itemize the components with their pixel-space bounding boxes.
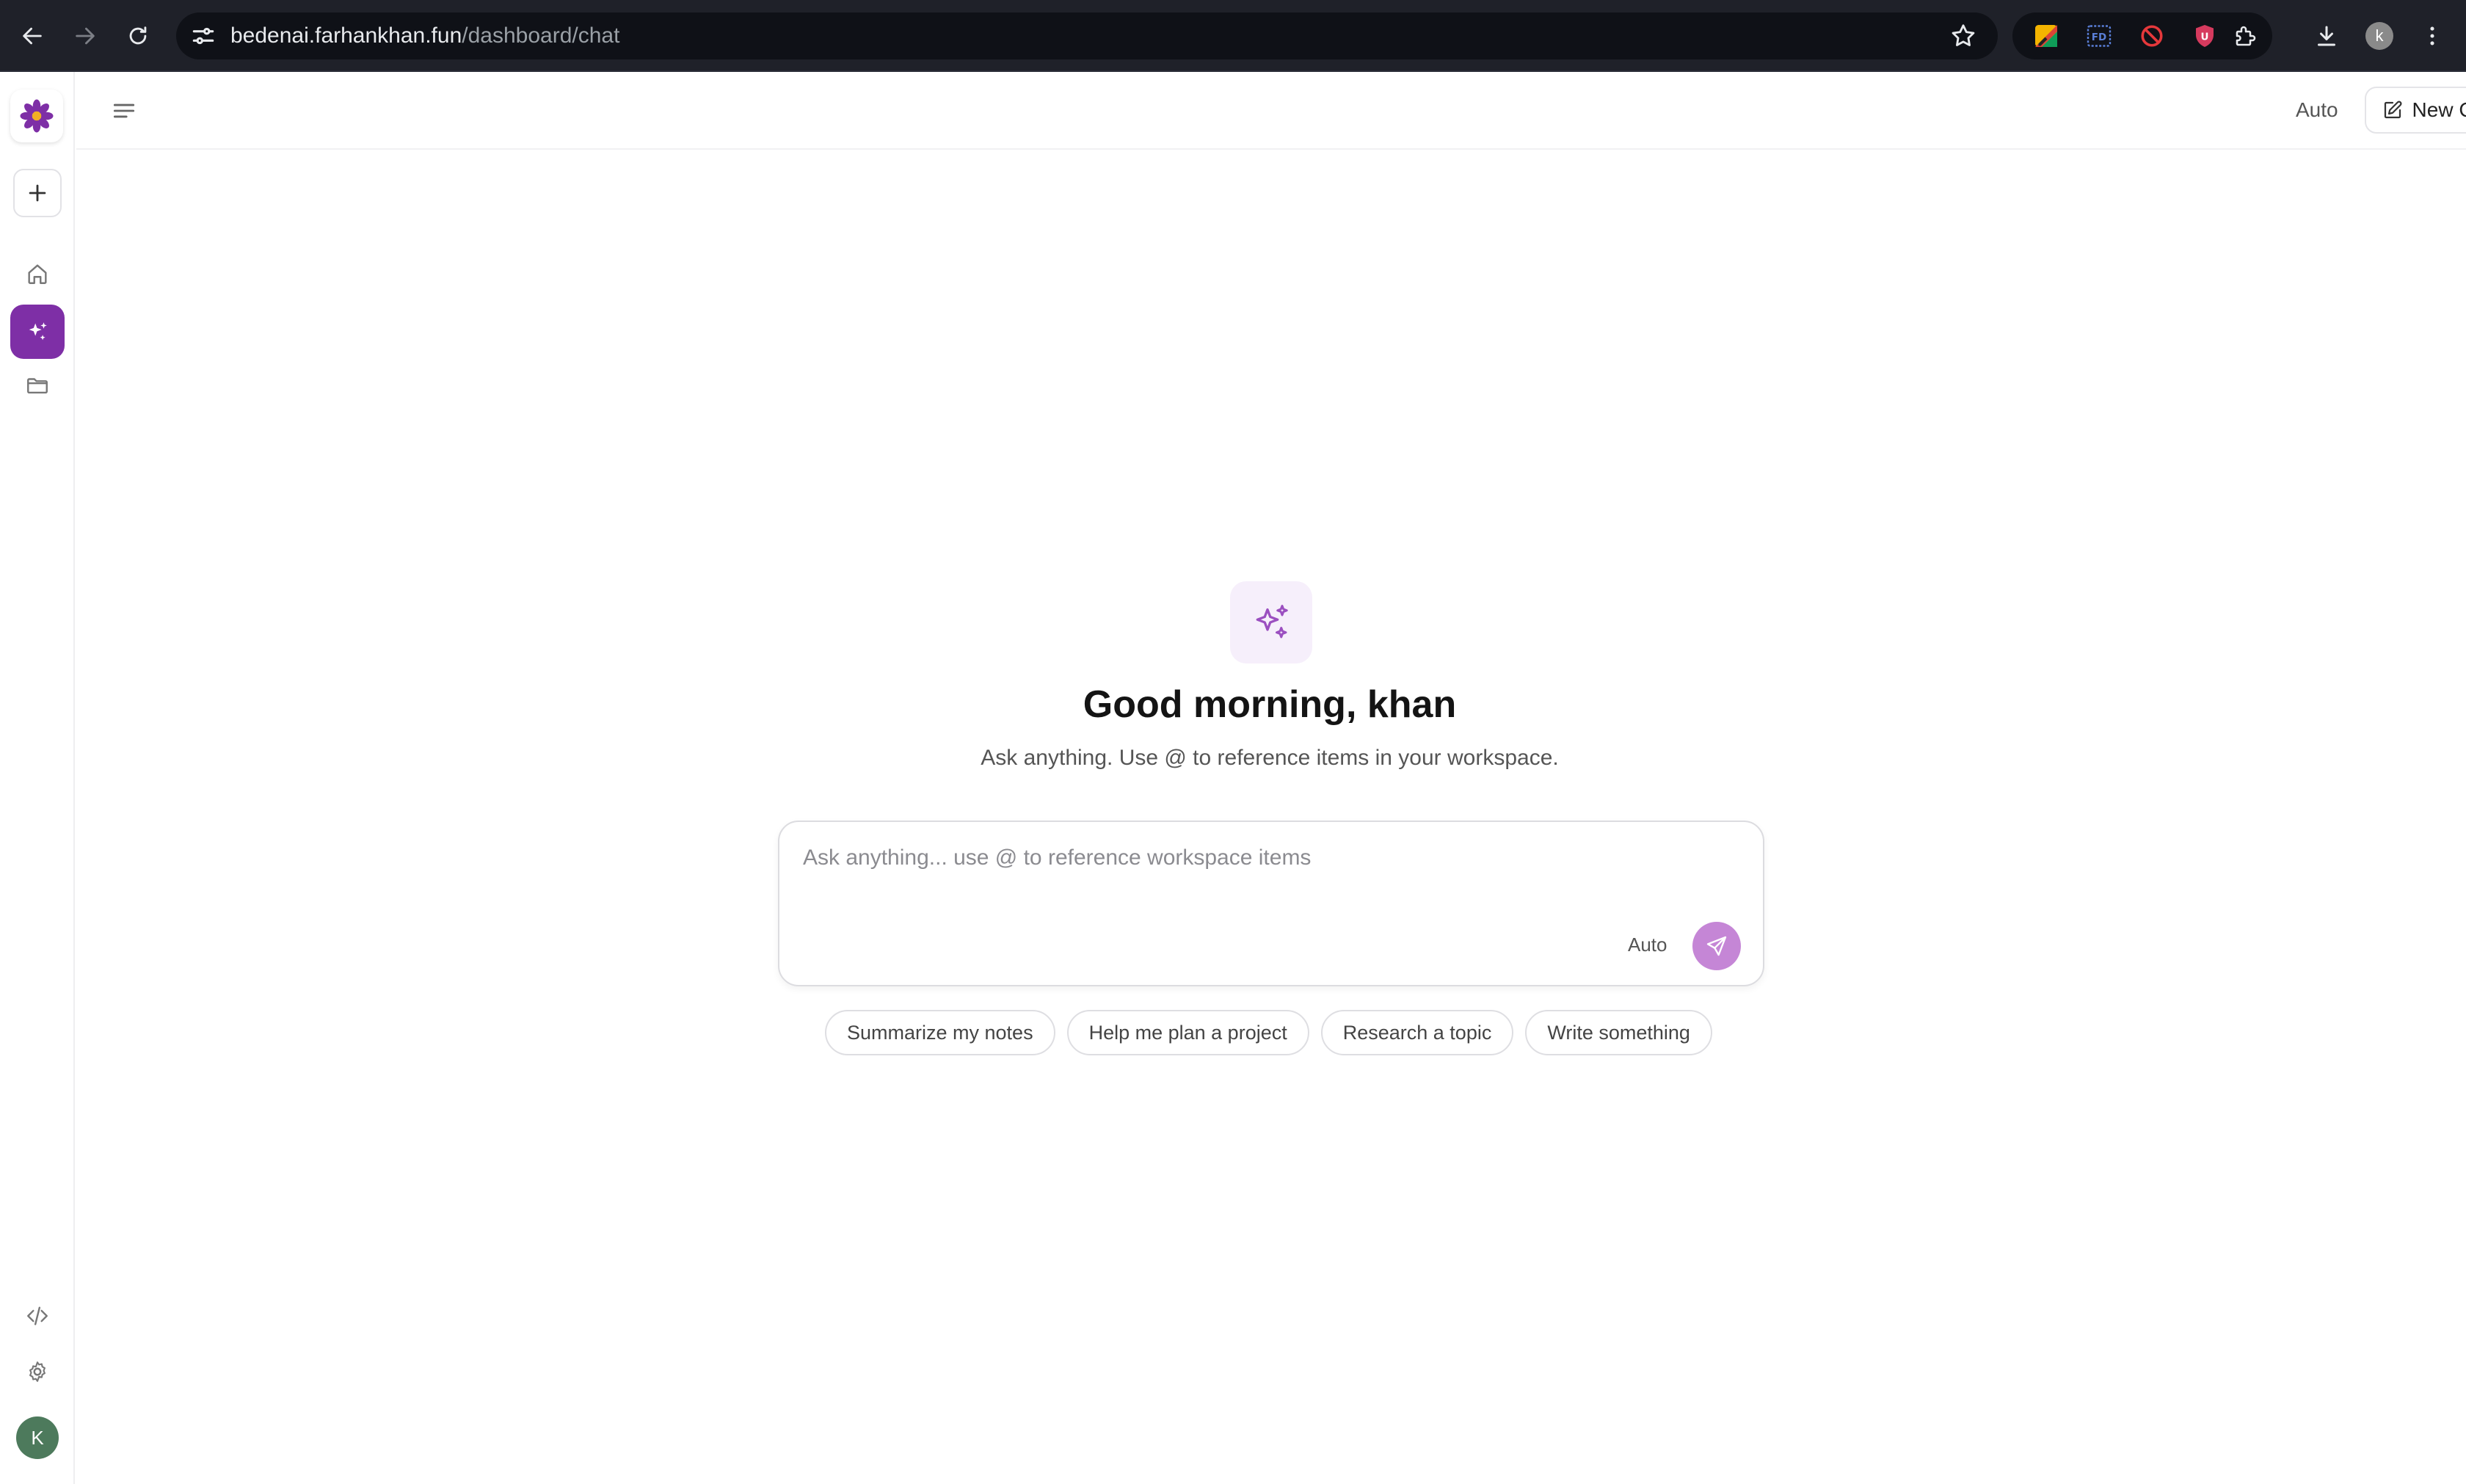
reload-icon: [129, 26, 147, 45]
forward-button[interactable]: [68, 18, 103, 54]
suggestion-chip[interactable]: Help me plan a project: [1066, 1010, 1309, 1055]
address-bar[interactable]: bedenai.farhankhan.fun/dashboard/chat: [176, 12, 1998, 59]
app-logo[interactable]: [10, 90, 63, 142]
home-icon: [28, 264, 47, 284]
sidebar-item-settings[interactable]: [19, 1353, 56, 1390]
sparkles-icon: [1256, 605, 1288, 639]
extensions-puzzle-icon[interactable]: [2233, 23, 2259, 49]
send-button[interactable]: [1692, 922, 1741, 970]
folder-icon: [27, 378, 48, 394]
toggle-sidebar-menu-icon[interactable]: [110, 97, 138, 125]
download-icon: [2318, 26, 2335, 46]
color-picker-extension-icon[interactable]: [2033, 23, 2059, 49]
browser-toolbar: bedenai.farhankhan.fun/dashboard/chat FD…: [0, 0, 2466, 72]
code-icon: [27, 1306, 48, 1325]
back-arrow-icon: [23, 27, 42, 45]
site-settings-icon[interactable]: [189, 22, 217, 50]
ublock-shield-icon[interactable]: U: [2192, 23, 2218, 49]
url-text: bedenai.farhankhan.fun/dashboard/chat: [230, 23, 619, 48]
sidebar-item-chat[interactable]: [10, 305, 65, 359]
font-detector-extension-icon[interactable]: FD: [2086, 23, 2112, 49]
user-avatar[interactable]: K: [16, 1416, 59, 1459]
sidebar-item-home[interactable]: [19, 255, 56, 292]
sidebar-item-developer[interactable]: [19, 1298, 56, 1334]
top-header: Auto New Chat: [76, 72, 2466, 150]
suggestion-chip[interactable]: Summarize my notes: [825, 1010, 1055, 1055]
new-chat-button[interactable]: New Chat: [2365, 87, 2466, 134]
create-button[interactable]: [13, 169, 62, 217]
edit-pencil-icon: [2384, 101, 2402, 119]
url-host: bedenai.farhankhan.fun: [230, 23, 462, 48]
svg-text:U: U: [2201, 31, 2209, 43]
send-icon: [1706, 936, 1727, 956]
forward-arrow-icon: [76, 27, 95, 45]
new-chat-label: New Chat: [2412, 98, 2466, 121]
profile-button[interactable]: k: [2362, 18, 2397, 54]
assistant-badge: [1230, 581, 1312, 663]
greeting-subtitle: Ask anything. Use @ to reference items i…: [981, 746, 1559, 770]
reload-button[interactable]: [120, 18, 156, 54]
url-path: /dashboard/chat: [462, 23, 620, 48]
browser-menu-button[interactable]: [2415, 18, 2450, 54]
sparkles-icon: [29, 322, 47, 341]
suggestion-chip[interactable]: Write something: [1525, 1010, 1712, 1055]
back-button[interactable]: [15, 18, 50, 54]
bookmark-star-icon[interactable]: [1949, 22, 1977, 50]
svg-text:FD: FD: [2092, 32, 2106, 43]
suggestion-chips: Summarize my notes Help me plan a projec…: [825, 1010, 1712, 1055]
chat-composer: Auto: [778, 821, 1764, 986]
more-vert-icon: [2430, 26, 2434, 46]
extensions-group: FD U: [2012, 12, 2272, 59]
suggestion-chip[interactable]: Research a topic: [1320, 1010, 1514, 1055]
composer-model-selector[interactable]: Auto: [1628, 934, 1667, 956]
gear-icon: [29, 1361, 46, 1382]
downloads-button[interactable]: [2309, 18, 2344, 54]
plus-icon: [29, 184, 46, 202]
sidebar-item-files[interactable]: [19, 367, 56, 404]
sidebar: K: [0, 72, 75, 1484]
block-extension-icon[interactable]: [2139, 23, 2165, 49]
greeting-heading: Good morning, khan: [1083, 683, 1457, 726]
chat-input[interactable]: [803, 840, 1684, 876]
model-selector[interactable]: Auto: [2296, 98, 2338, 122]
flower-logo-icon: [20, 99, 54, 133]
profile-avatar: k: [2365, 22, 2393, 50]
